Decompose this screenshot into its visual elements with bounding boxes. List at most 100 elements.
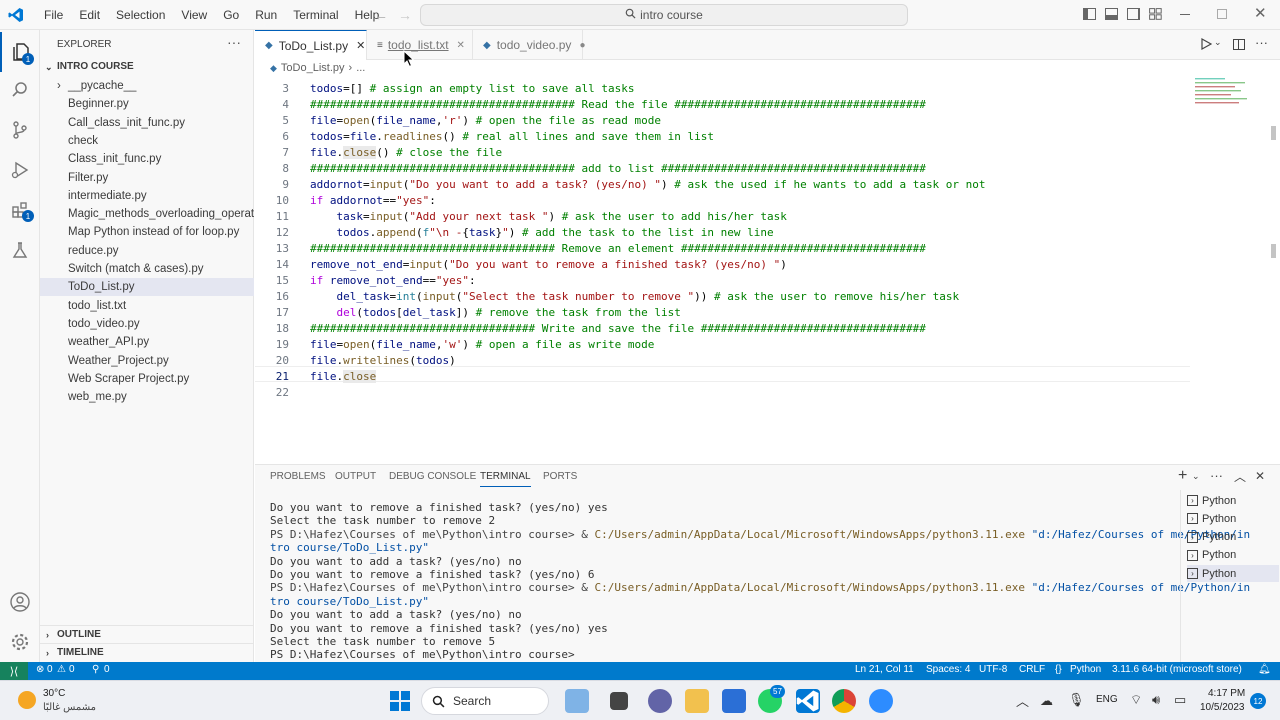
wifi-icon[interactable]: ⌔ xyxy=(1130,692,1142,708)
widgets-icon[interactable] xyxy=(565,689,589,713)
toggle-secondary-sidebar-icon[interactable] xyxy=(1127,8,1140,20)
file-item[interactable]: Web Scraper Project.py xyxy=(40,370,254,388)
terminal-output[interactable]: Do you want to remove a finished task? (… xyxy=(270,501,1250,675)
tab-problems[interactable]: PROBLEMS xyxy=(270,471,326,487)
more-actions-icon[interactable]: ··· xyxy=(227,34,241,50)
extensions-icon[interactable] xyxy=(0,190,40,230)
file-item[interactable]: ToDo_List.py xyxy=(40,278,254,297)
show-hidden-icons-chevron-icon[interactable]: ︿ xyxy=(1016,691,1029,710)
taskbar-search[interactable]: Search xyxy=(421,687,549,715)
editor-scrollbar[interactable] xyxy=(1271,126,1276,140)
terminal-instance[interactable]: › Python xyxy=(1187,565,1279,583)
search-view-icon[interactable] xyxy=(0,70,40,110)
file-item[interactable]: web_me.py xyxy=(40,388,254,406)
file-explorer-icon[interactable] xyxy=(685,689,709,713)
menu-file[interactable]: File xyxy=(36,8,71,22)
minimap[interactable] xyxy=(1193,76,1265,116)
input-language[interactable]: ENG xyxy=(1096,694,1118,705)
testing-flask-icon[interactable] xyxy=(0,230,40,270)
close-window-icon[interactable]: ✕ xyxy=(1254,4,1267,22)
microphone-icon[interactable]: 🎙︎ xyxy=(1068,692,1085,708)
weather-temp[interactable]: 30°C xyxy=(43,688,65,699)
file-item[interactable]: todo_list.txt xyxy=(40,297,254,315)
timeline-section[interactable]: › TIMELINE xyxy=(40,643,254,661)
folder-header[interactable]: ⌄ INTRO COURSE xyxy=(40,58,254,76)
menu-terminal[interactable]: Terminal xyxy=(285,8,346,22)
file-item[interactable]: Magic_methods_overloading_operat... xyxy=(40,205,254,223)
cursor-position[interactable]: Ln 21, Col 11 xyxy=(855,664,914,675)
explorer-icon[interactable] xyxy=(0,32,40,72)
warning-count[interactable]: 0 xyxy=(69,664,75,675)
code-editor[interactable]: 3 4 5 6 7 8 9 10 11 12 13 14 15 16 17 18 19 20 21 22 todos=… xyxy=(255,76,1280,464)
toggle-sidebar-icon[interactable] xyxy=(1083,8,1096,20)
terminal-instance[interactable]: › Python xyxy=(1187,529,1279,546)
source-control-icon[interactable] xyxy=(0,110,40,150)
settings-gear-icon[interactable] xyxy=(0,622,40,662)
menu-selection[interactable]: Selection xyxy=(108,8,173,22)
store-icon[interactable] xyxy=(722,689,746,713)
run-options-chevron-icon[interactable]: ⌄ xyxy=(1214,37,1222,48)
file-item[interactable]: intermediate.py xyxy=(40,187,254,205)
notifications-bell-icon[interactable]: 🔔︎ xyxy=(1258,664,1271,675)
toggle-panel-icon[interactable] xyxy=(1105,8,1118,20)
tab-ports[interactable]: PORTS xyxy=(543,471,577,487)
task-view-icon[interactable] xyxy=(610,692,628,710)
tab-terminal[interactable]: TERMINAL xyxy=(480,471,531,487)
forward-arrow-icon[interactable]: → xyxy=(398,7,412,23)
file-item[interactable]: Switch (match & cases).py xyxy=(40,260,254,278)
split-editor-icon[interactable] xyxy=(1233,39,1245,50)
run-debug-icon[interactable] xyxy=(0,150,40,190)
encoding[interactable]: UTF-8 xyxy=(979,664,1007,675)
file-item[interactable]: Weather_Project.py xyxy=(40,352,254,370)
tab-todo-list-txt[interactable]: ≡ todo_list.txt ✕ xyxy=(367,30,473,60)
maximize-icon[interactable] xyxy=(1217,9,1227,19)
interpreter[interactable]: 3.11.6 64-bit (microsoft store) xyxy=(1112,664,1242,675)
file-item[interactable]: __pycache__ › xyxy=(40,77,254,95)
terminal-instance[interactable]: › Python xyxy=(1187,547,1279,564)
chrome-icon[interactable] xyxy=(832,689,856,713)
notification-count[interactable]: 12 xyxy=(1250,693,1266,709)
terminal-instance[interactable]: › Python xyxy=(1187,510,1279,527)
file-item[interactable]: Map Python instead of for loop.py xyxy=(40,223,254,241)
outline-section[interactable]: › OUTLINE xyxy=(40,625,254,643)
terminal-instance[interactable]: › Python xyxy=(1187,492,1279,509)
close-tab-icon[interactable]: ✕ xyxy=(356,39,365,52)
menu-view[interactable]: View xyxy=(173,8,215,22)
clock-time[interactable]: 4:17 PM xyxy=(1208,688,1245,699)
maximize-panel-icon[interactable]: ︿ xyxy=(1234,468,1246,485)
breadcrumb-rest[interactable]: ... xyxy=(356,62,365,74)
tab-todo-video-py[interactable]: ◆ todo_video.py ● xyxy=(473,30,585,60)
run-file-icon[interactable] xyxy=(1201,37,1213,53)
file-item[interactable]: todo_video.py xyxy=(40,315,254,333)
minimize-icon[interactable] xyxy=(1180,14,1190,15)
file-item[interactable]: check xyxy=(40,132,254,150)
file-item[interactable]: reduce.py xyxy=(40,242,254,260)
command-center[interactable]: intro course xyxy=(420,4,908,26)
file-item[interactable]: Class_init_func.py xyxy=(40,150,254,168)
remote-indicator[interactable]: ⟩⟨ xyxy=(0,662,28,680)
indentation[interactable]: Spaces: 4 xyxy=(926,664,970,675)
menu-run[interactable]: Run xyxy=(247,8,285,22)
error-count[interactable]: 0 xyxy=(47,664,53,675)
unsaved-dot-icon[interactable]: ● xyxy=(579,40,585,51)
tab-debug-console[interactable]: DEBUG CONSOLE xyxy=(389,471,476,487)
breadcrumb-file[interactable]: ToDo_List.py xyxy=(281,62,345,74)
tab-output[interactable]: OUTPUT xyxy=(335,471,376,487)
teams-chat-icon[interactable] xyxy=(648,689,672,713)
panel-more-icon[interactable]: ··· xyxy=(1210,468,1223,483)
menu-go[interactable]: Go xyxy=(215,8,247,22)
start-windows-icon[interactable] xyxy=(390,691,410,714)
menu-edit[interactable]: Edit xyxy=(71,8,108,22)
back-arrow-icon[interactable]: ← xyxy=(374,7,388,23)
file-item[interactable]: Call_class_init_func.py xyxy=(40,114,254,132)
file-item[interactable]: Filter.py xyxy=(40,169,254,187)
close-panel-icon[interactable]: ✕ xyxy=(1255,469,1265,483)
line-ending[interactable]: CRLF xyxy=(1019,664,1045,675)
file-item[interactable]: Beginner.py xyxy=(40,95,254,113)
account-icon[interactable] xyxy=(0,582,40,622)
weather-sun-icon[interactable] xyxy=(18,691,36,709)
language-mode[interactable]: Python xyxy=(1070,664,1101,675)
tab-todo-list-py[interactable]: ◆ ToDo_List.py ✕ xyxy=(255,30,367,60)
new-terminal-icon[interactable]: + xyxy=(1178,467,1187,485)
zoom-icon[interactable] xyxy=(869,689,893,713)
